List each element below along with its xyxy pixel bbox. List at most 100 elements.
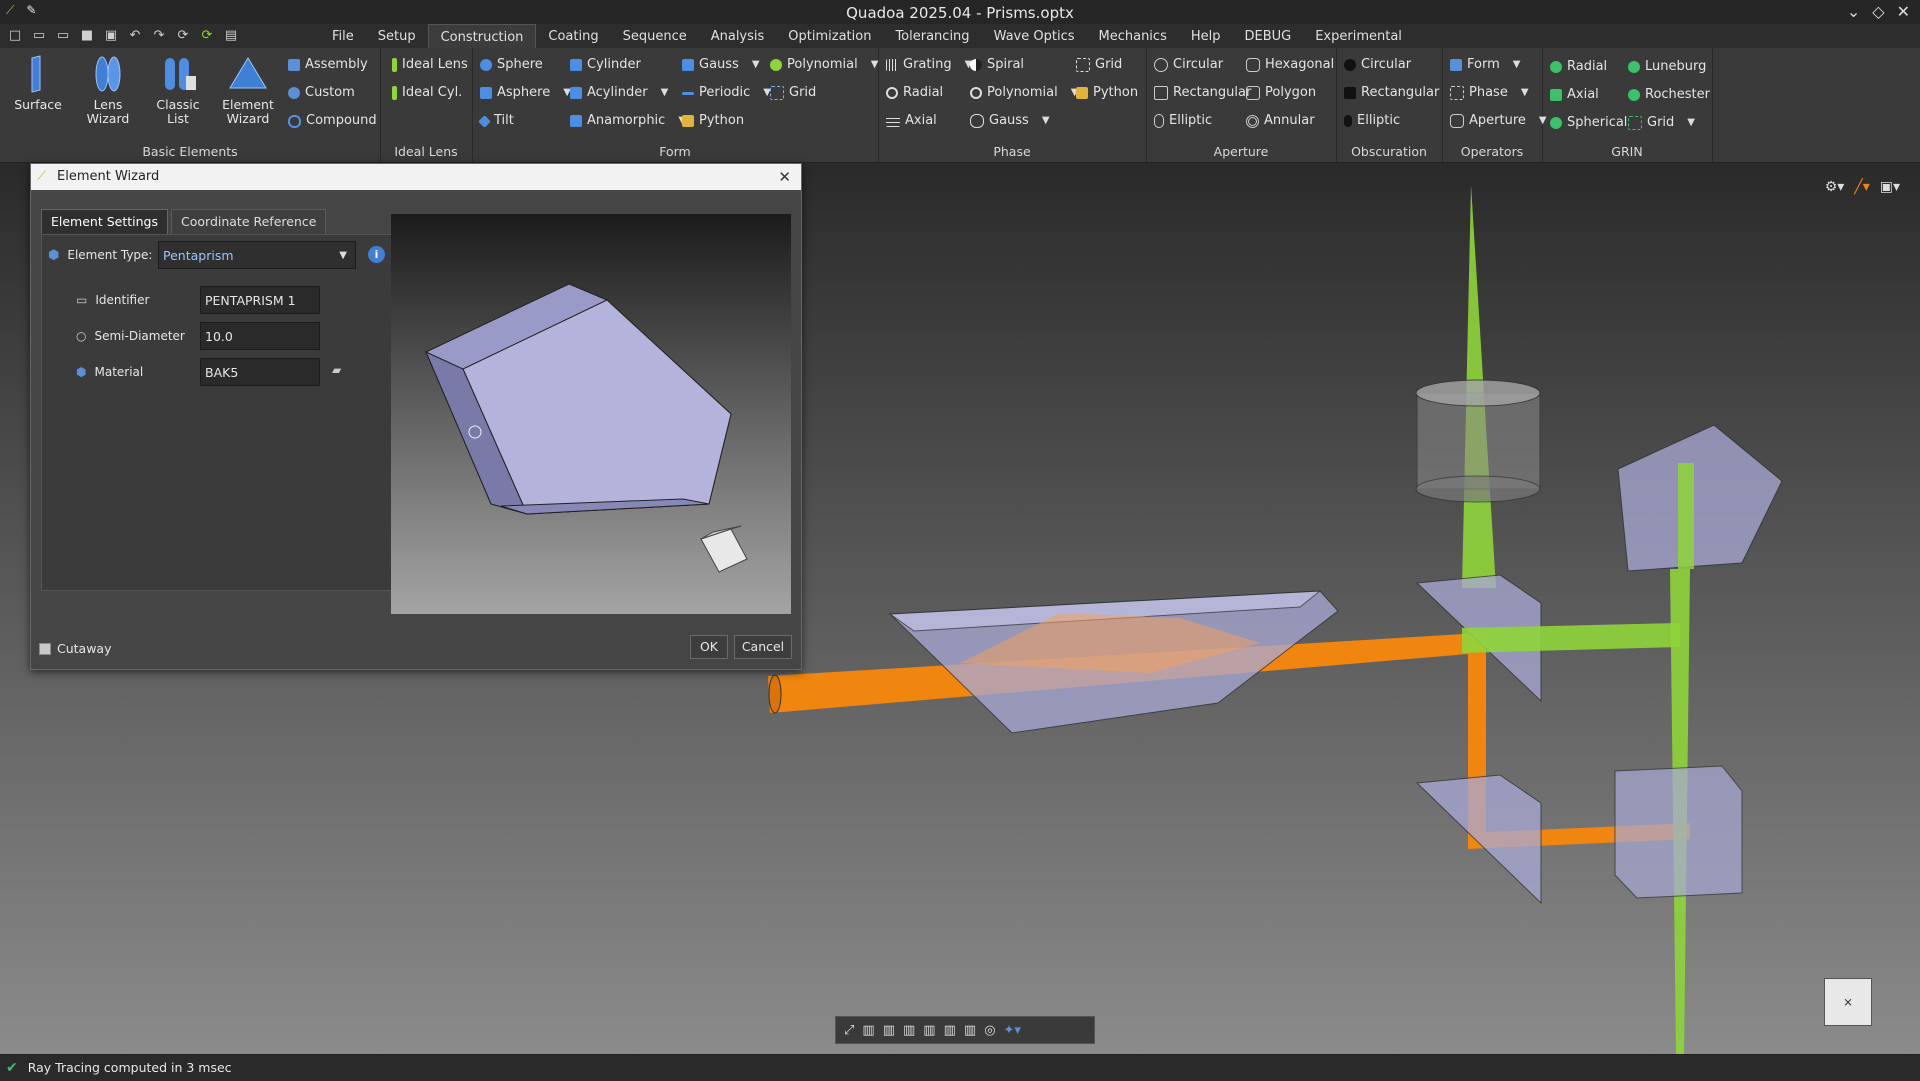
view-top-icon[interactable]: ▥ <box>944 1023 956 1038</box>
grin-grid-button[interactable]: Grid ▼ <box>1628 112 1695 134</box>
compound-button[interactable]: Compound <box>288 110 377 132</box>
redo-icon[interactable]: ↷ <box>150 28 168 44</box>
assembly-button[interactable]: Assembly <box>288 54 368 76</box>
open-file-icon[interactable]: ▭ <box>30 28 48 44</box>
grin-luneburg-button[interactable]: Luneburg <box>1628 56 1706 78</box>
menu-analysis[interactable]: Analysis <box>699 24 777 48</box>
python-phase-button[interactable]: Python <box>1076 82 1138 104</box>
identifier-input[interactable]: PENTAPRISM 1 <box>200 286 320 314</box>
cylinder-button[interactable]: Cylinder <box>570 54 641 76</box>
menu-optimization[interactable]: Optimization <box>776 24 883 48</box>
material-input[interactable]: BAK5 <box>200 358 320 386</box>
menu-help[interactable]: Help <box>1179 24 1233 48</box>
polynomial-form-button[interactable]: Polynomial ▼ <box>770 54 878 76</box>
grating-button[interactable]: Grating ▼ <box>886 54 972 76</box>
save-icon[interactable]: ■ <box>78 28 96 44</box>
settings-icon[interactable]: ⚙▾ <box>1825 179 1845 195</box>
element-preview[interactable] <box>391 214 791 614</box>
aperture-circular-button[interactable]: Circular <box>1154 54 1223 76</box>
close-window-icon[interactable]: ✕ <box>1897 2 1910 21</box>
axial-phase-button[interactable]: Axial <box>886 110 937 132</box>
lens-wizard-button[interactable]: Lens Wizard <box>78 54 138 126</box>
folder-icon[interactable]: ▰ <box>332 363 341 377</box>
orientation-cube[interactable]: ⨯ <box>1824 978 1872 1026</box>
grid-form-button[interactable]: Grid <box>770 82 816 104</box>
polynomial-phase-button[interactable]: Polynomial ▼ <box>970 82 1078 104</box>
view-front-icon[interactable]: ▥ <box>862 1023 874 1038</box>
menu-wave-optics[interactable]: Wave Optics <box>982 24 1087 48</box>
tab-element-settings[interactable]: Element Settings <box>41 209 168 235</box>
acylinder-button[interactable]: Acylinder ▼ <box>570 82 668 104</box>
chevron-down-icon[interactable]: ▼ <box>1513 54 1521 76</box>
menu-experimental[interactable]: Experimental <box>1303 24 1414 48</box>
anamorphic-button[interactable]: Anamorphic▼ <box>570 110 686 132</box>
view-right-icon[interactable]: ▥ <box>923 1023 935 1038</box>
element-type-select[interactable]: Pentaprism ▼ <box>158 241 356 269</box>
obscuration-elliptic-button[interactable]: Elliptic <box>1344 110 1400 132</box>
chevron-down-icon[interactable]: ▼ <box>1042 110 1050 132</box>
aperture-hexagonal-button[interactable]: Hexagonal <box>1246 54 1334 76</box>
undo-icon[interactable]: ↶ <box>126 28 144 44</box>
grin-axial-button[interactable]: Axial <box>1550 84 1599 106</box>
chevron-down-icon[interactable]: ▼ <box>752 54 760 76</box>
view-back-icon[interactable]: ▥ <box>883 1023 895 1038</box>
menu-tolerancing[interactable]: Tolerancing <box>883 24 981 48</box>
pin-icon[interactable]: ✎ <box>26 3 36 18</box>
close-icon[interactable]: ✕ <box>778 164 791 190</box>
chevron-down-icon[interactable]: ▼ <box>1521 82 1529 104</box>
new-file-icon[interactable]: □ <box>6 28 24 44</box>
tab-coordinate-reference[interactable]: Coordinate Reference <box>171 209 327 235</box>
radial-phase-button[interactable]: Radial <box>886 82 943 104</box>
operator-form-button[interactable]: Form ▼ <box>1450 54 1520 76</box>
menu-file[interactable]: File <box>320 24 366 48</box>
view-left-icon[interactable]: ▥ <box>903 1023 915 1038</box>
grin-radial-button[interactable]: Radial <box>1550 56 1607 78</box>
view-iso-icon[interactable]: ◎ <box>984 1023 995 1038</box>
menu-coating[interactable]: Coating <box>536 24 610 48</box>
grin-rochester-button[interactable]: Rochester <box>1628 84 1710 106</box>
chevron-down-icon[interactable]: ▼ <box>661 82 669 104</box>
gauss-phase-button[interactable]: Gauss ▼ <box>970 110 1050 132</box>
save-as-icon[interactable]: ▣ <box>102 28 120 44</box>
aperture-annular-button[interactable]: Annular <box>1246 110 1315 132</box>
fit-view-icon[interactable]: ⤢ <box>844 1023 854 1038</box>
ok-button[interactable]: OK <box>690 635 728 659</box>
minimize-icon[interactable]: ⌄ <box>1847 2 1860 21</box>
menu-sequence[interactable]: Sequence <box>611 24 699 48</box>
classic-list-button[interactable]: Classic List <box>148 54 208 126</box>
aperture-elliptic-button[interactable]: Elliptic <box>1154 110 1212 132</box>
element-wizard-button[interactable]: Element Wizard <box>218 54 278 126</box>
tilt-button[interactable]: Tilt <box>478 110 514 132</box>
layout-icon[interactable]: ▤ <box>222 28 240 44</box>
restore-icon[interactable]: ◇ <box>1872 2 1884 21</box>
semi-diameter-input[interactable]: 10.0 <box>200 322 320 350</box>
custom-button[interactable]: Custom <box>288 82 355 104</box>
chevron-down-icon[interactable]: ▼ <box>1687 112 1695 134</box>
grin-spherical-button[interactable]: Spherical <box>1550 112 1627 134</box>
line-style-icon[interactable]: ╱▾ <box>1854 179 1869 195</box>
ideal-cyl-button[interactable]: Ideal Cyl. <box>392 82 462 104</box>
update-icon[interactable]: ⟳ <box>198 28 216 44</box>
menu-mechanics[interactable]: Mechanics <box>1087 24 1179 48</box>
obscuration-circular-button[interactable]: Circular <box>1344 54 1411 76</box>
menu-setup[interactable]: Setup <box>366 24 428 48</box>
cutaway-checkbox[interactable] <box>39 642 51 655</box>
obscuration-rectangular-button[interactable]: Rectangular <box>1344 82 1439 104</box>
spiral-button[interactable]: Spiral <box>970 54 1024 76</box>
view-bottom-icon[interactable]: ▥ <box>964 1023 976 1038</box>
operator-aperture-button[interactable]: Aperture ▼ <box>1450 110 1547 132</box>
refresh-icon[interactable]: ⟳ <box>174 28 192 44</box>
view-mode-icon[interactable]: ▣▾ <box>1880 179 1900 195</box>
aperture-polygon-button[interactable]: Polygon <box>1246 82 1316 104</box>
grid-phase-button[interactable]: Grid <box>1076 54 1122 76</box>
sphere-button[interactable]: Sphere <box>480 54 543 76</box>
aperture-rectangular-button[interactable]: Rectangular <box>1154 82 1251 104</box>
periodic-button[interactable]: Periodic ▼ <box>682 82 771 104</box>
menu-debug[interactable]: DEBUG <box>1232 24 1303 48</box>
cancel-button[interactable]: Cancel <box>734 635 792 659</box>
gauss-form-button[interactable]: Gauss ▼ <box>682 54 760 76</box>
surface-button[interactable]: Surface <box>8 54 68 112</box>
open-recent-icon[interactable]: ▭ <box>54 28 72 44</box>
python-form-button[interactable]: Python <box>682 110 744 132</box>
operator-phase-button[interactable]: Phase ▼ <box>1450 82 1529 104</box>
